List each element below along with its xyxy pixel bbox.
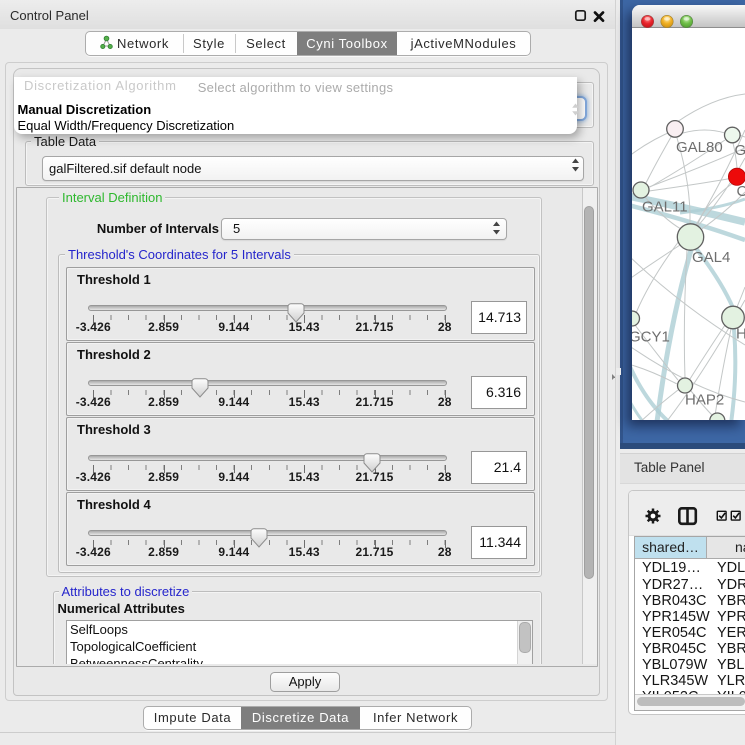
svg-text:GAL11: GAL11 — [642, 199, 688, 216]
svg-text:GA: GA — [735, 142, 745, 159]
svg-text:H: H — [736, 326, 745, 343]
svg-text:GAL80: GAL80 — [676, 139, 723, 156]
svg-text:GCY1: GCY1 — [632, 329, 670, 346]
svg-text:HAP2: HAP2 — [685, 392, 724, 409]
svg-text:GAL4: GAL4 — [692, 249, 730, 266]
svg-text:C: C — [737, 183, 745, 200]
